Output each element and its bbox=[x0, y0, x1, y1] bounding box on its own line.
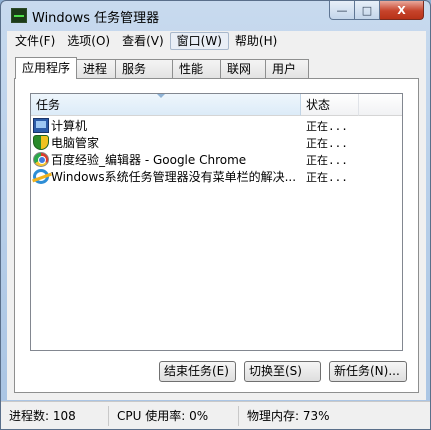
shield-icon bbox=[33, 135, 49, 150]
task-name: Windows系统任务管理器没有菜单栏的解决... bbox=[51, 170, 297, 184]
end-task-button[interactable]: 结束任务(E) bbox=[159, 361, 236, 382]
list-item[interactable]: Windows系统任务管理器没有菜单栏的解决... 正在... bbox=[31, 168, 402, 185]
task-list[interactable]: 任务 状态 计算机 正在... 电脑管家 正在... 百度经验_编辑器 - Go… bbox=[30, 93, 403, 351]
tab-services[interactable]: 服务 bbox=[115, 59, 174, 79]
computer-icon bbox=[33, 118, 49, 133]
cpu-usage: CPU 使用率: 0% bbox=[109, 405, 239, 426]
new-task-button[interactable]: 新任务(N)... bbox=[329, 361, 407, 382]
chrome-icon bbox=[33, 152, 49, 167]
column-header-filler bbox=[359, 94, 402, 116]
column-header-task[interactable]: 任务 bbox=[31, 94, 301, 116]
menu-options[interactable]: 选项(O) bbox=[61, 32, 116, 50]
caption-buttons: — □ X bbox=[329, 1, 424, 21]
tab-processes[interactable]: 进程 bbox=[76, 59, 117, 79]
menu-bar: 文件(F) 选项(O) 查看(V) 窗口(W) 帮助(H) bbox=[7, 31, 426, 51]
task-rows: 计算机 正在... 电脑管家 正在... 百度经验_编辑器 - Google C… bbox=[31, 117, 402, 185]
task-status: 正在... bbox=[306, 119, 348, 133]
tab-networking[interactable]: 联网 bbox=[220, 59, 267, 79]
column-header-status[interactable]: 状态 bbox=[301, 94, 359, 116]
maximize-button[interactable]: □ bbox=[355, 1, 380, 20]
applications-panel: 任务 状态 计算机 正在... 电脑管家 正在... 百度经验_编辑器 - Go… bbox=[14, 78, 419, 393]
tab-performance[interactable]: 性能 bbox=[172, 59, 222, 79]
task-name: 电脑管家 bbox=[51, 136, 100, 150]
action-buttons: 结束任务(E) 切换至(S) 新任务(N)... bbox=[159, 361, 407, 382]
status-bar: 进程数: 108 CPU 使用率: 0% 物理内存: 73% bbox=[1, 401, 430, 429]
task-status: 正在... bbox=[306, 136, 348, 150]
tab-applications[interactable]: 应用程序 bbox=[15, 57, 78, 79]
menu-file[interactable]: 文件(F) bbox=[9, 32, 61, 50]
task-status: 正在... bbox=[306, 153, 348, 167]
list-item[interactable]: 计算机 正在... bbox=[31, 117, 402, 134]
close-button[interactable]: X bbox=[380, 1, 424, 20]
task-name: 计算机 bbox=[51, 119, 88, 133]
list-item[interactable]: 百度经验_编辑器 - Google Chrome 正在... bbox=[31, 151, 402, 168]
task-name: 百度经验_编辑器 - Google Chrome bbox=[51, 153, 247, 167]
task-manager-icon bbox=[11, 8, 27, 23]
menu-help[interactable]: 帮助(H) bbox=[229, 32, 283, 50]
task-status: 正在... bbox=[306, 170, 348, 184]
list-item[interactable]: 电脑管家 正在... bbox=[31, 134, 402, 151]
task-manager-window: Windows 任务管理器 — □ X 文件(F) 选项(O) 查看(V) 窗口… bbox=[0, 0, 431, 430]
menu-window[interactable]: 窗口(W) bbox=[169, 32, 229, 50]
menu-view[interactable]: 查看(V) bbox=[116, 32, 170, 50]
tab-users[interactable]: 用户 bbox=[265, 59, 310, 79]
window-title: Windows 任务管理器 bbox=[32, 11, 160, 26]
switch-to-button[interactable]: 切换至(S) bbox=[244, 361, 321, 382]
title-bar[interactable]: Windows 任务管理器 — □ X bbox=[1, 1, 430, 31]
sort-arrow-icon bbox=[157, 94, 165, 98]
memory-usage: 物理内存: 73% bbox=[247, 408, 330, 423]
ie-icon bbox=[33, 169, 49, 184]
tab-strip: 应用程序 进程 服务 性能 联网 用户 bbox=[15, 57, 310, 79]
list-header: 任务 状态 bbox=[31, 94, 402, 116]
client-area: 应用程序 进程 服务 性能 联网 用户 任务 状态 计算机 正在... 电脑管家… bbox=[7, 51, 426, 400]
minimize-button[interactable]: — bbox=[329, 1, 355, 20]
process-count: 进程数: 108 bbox=[1, 405, 109, 426]
